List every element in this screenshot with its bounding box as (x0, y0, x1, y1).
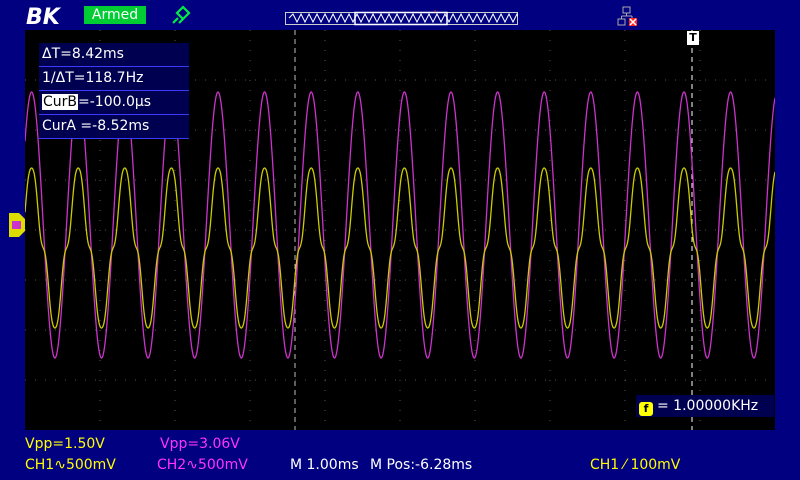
svg-text:BK: BK (26, 5, 62, 27)
delta-t-readout: ΔT=8.42ms (39, 43, 189, 67)
ch2-vpp: Vpp=3.06V (160, 436, 240, 452)
cursor-b-value: =-100.0μs (78, 94, 152, 110)
horizontal-position-readout[interactable]: M Pos:-6.28ms (370, 457, 472, 473)
probe-icon[interactable] (170, 4, 192, 26)
svg-text:T: T (432, 10, 438, 15)
trigger-time-marker: T (687, 31, 699, 45)
cursor-measure-panel: ΔT=8.42ms 1/ΔT=118.7Hz CurB=-100.0μs Cur… (39, 43, 189, 139)
frequency-icon: f (639, 402, 653, 416)
timebase-readout[interactable]: M 1.00ms (290, 457, 359, 473)
cursor-b-readout[interactable]: CurB=-100.0μs (39, 91, 189, 115)
cursor-b-label[interactable]: CurB (42, 94, 79, 110)
trigger-position-bar: T (285, 10, 518, 26)
cursor-a-readout: CurA =-8.52ms (39, 115, 189, 139)
ch2-scale[interactable]: CH2∿500mV (157, 457, 248, 473)
frequency-value: = 1.00000KHz (657, 398, 759, 414)
channel-ground-marker (9, 213, 25, 237)
ch1-scale[interactable]: CH1∿500mV (25, 457, 116, 473)
trigger-level-readout[interactable]: CH1 ⁄ 100mV (590, 457, 680, 473)
inverse-delta-t-readout: 1/ΔT=118.7Hz (39, 67, 189, 91)
ch1-vpp: Vpp=1.50V (25, 436, 105, 452)
network-icon (617, 6, 637, 26)
frequency-counter: f = 1.00000KHz (636, 395, 774, 417)
bk-logo: BK (26, 5, 62, 27)
trigger-status-badge: Armed (84, 6, 146, 24)
